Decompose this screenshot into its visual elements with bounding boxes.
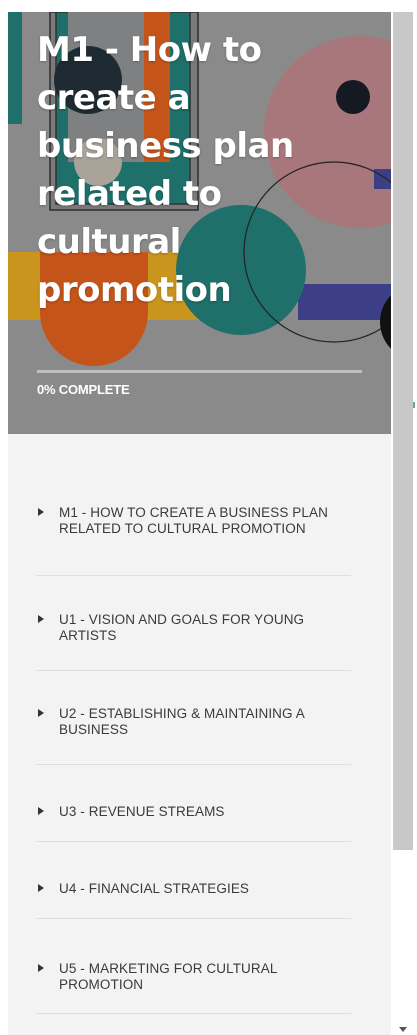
lesson-label: U1 - VISION AND GOALS FOR YOUNG ARTISTS — [59, 612, 305, 643]
lesson-item-m1[interactable]: M1 - HOW TO CREATE A BUSINESS PLAN RELAT… — [36, 491, 351, 576]
lesson-label: U5 - MARKETING FOR CULTURAL PROMOTION — [59, 961, 277, 992]
page: M1 - How to create a business plan relat… — [0, 0, 417, 1035]
scroll-down-arrow-icon[interactable] — [399, 1027, 407, 1032]
caret-right-icon — [38, 615, 44, 623]
lesson-label: U4 - FINANCIAL STRATEGIES — [59, 881, 250, 896]
progress-label: 0% COMPLETE — [37, 382, 130, 397]
top-strip — [0, 0, 417, 12]
caret-right-icon — [38, 508, 44, 516]
caret-right-icon — [38, 964, 44, 972]
course-sidebar: M1 - How to create a business plan relat… — [8, 12, 391, 1035]
lesson-item-u4[interactable]: U4 - FINANCIAL STRATEGIES — [36, 841, 351, 919]
lesson-item-u5[interactable]: U5 - MARKETING FOR CULTURAL PROMOTION — [36, 918, 351, 1014]
lesson-label: U2 - ESTABLISHING & MAINTAINING A BUSINE… — [59, 706, 305, 737]
caret-right-icon — [38, 709, 44, 717]
lesson-label: M1 - HOW TO CREATE A BUSINESS PLAN RELAT… — [59, 505, 328, 536]
caret-right-icon — [38, 884, 44, 892]
progress-bar — [37, 370, 362, 373]
lesson-item-u2[interactable]: U2 - ESTABLISHING & MAINTAINING A BUSINE… — [36, 670, 351, 765]
lesson-item-u1[interactable]: U1 - VISION AND GOALS FOR YOUNG ARTISTS — [36, 575, 351, 671]
scrollbar-thumb[interactable] — [393, 12, 413, 850]
course-title: M1 - How to create a business plan relat… — [37, 30, 294, 310]
background-fragment — [413, 402, 415, 408]
course-header: M1 - How to create a business plan relat… — [8, 12, 391, 434]
lesson-label: U3 - REVENUE STREAMS — [59, 804, 225, 819]
lesson-item-u3[interactable]: U3 - REVENUE STREAMS — [36, 764, 351, 842]
caret-right-icon — [38, 807, 44, 815]
